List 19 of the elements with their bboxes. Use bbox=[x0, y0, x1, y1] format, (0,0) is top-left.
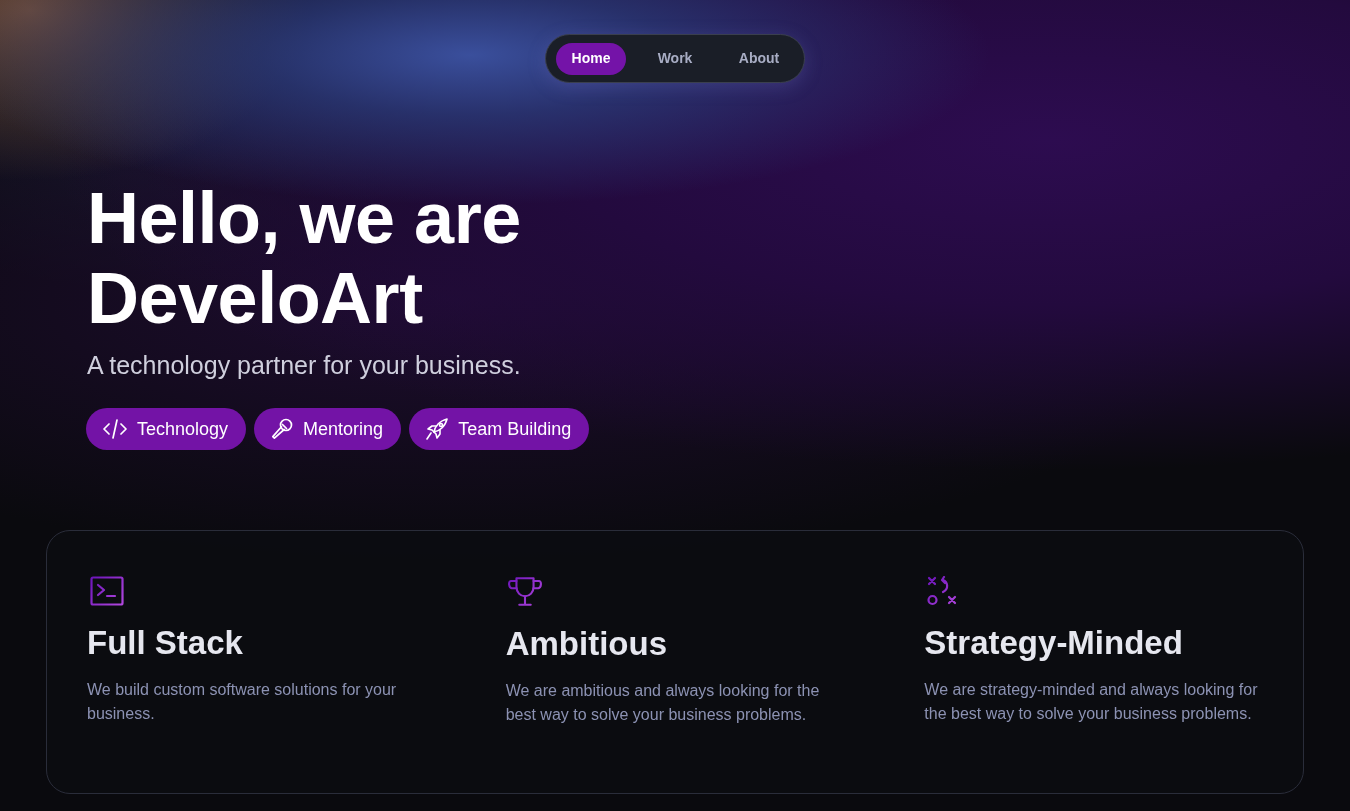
nav-tab[interactable]: Work bbox=[640, 42, 710, 75]
terminal-icon bbox=[90, 576, 124, 606]
feature-title: Ambitious bbox=[505, 624, 667, 664]
code-icon bbox=[103, 419, 127, 439]
microphone-icon bbox=[271, 418, 294, 440]
hero-heading: Hello, we are DeveloArt bbox=[87, 178, 521, 338]
nav-tab[interactable]: About bbox=[724, 42, 794, 75]
feature-title: Full Stack bbox=[87, 623, 243, 663]
tag-button[interactable]: Technology bbox=[86, 408, 247, 450]
tag-button[interactable]: Team Building bbox=[409, 408, 590, 450]
feature-description: We are ambitious and always looking for the best way to solve your business problems. bbox=[505, 681, 821, 725]
nav-tab[interactable]: Home bbox=[556, 42, 626, 75]
tag-button[interactable]: Mentoring bbox=[254, 408, 402, 450]
feature-description: We build custom software solutions for your business. bbox=[87, 680, 398, 724]
feature-title: Strategy-Minded bbox=[924, 623, 1183, 663]
feature-description: We are strategy-minded and always looking for the best way to solve your business problems. bbox=[924, 680, 1259, 724]
rocket-icon bbox=[426, 418, 449, 440]
trophy-icon bbox=[505, 576, 544, 607]
hero-subtitle: A technology partner for your business. bbox=[87, 350, 521, 381]
